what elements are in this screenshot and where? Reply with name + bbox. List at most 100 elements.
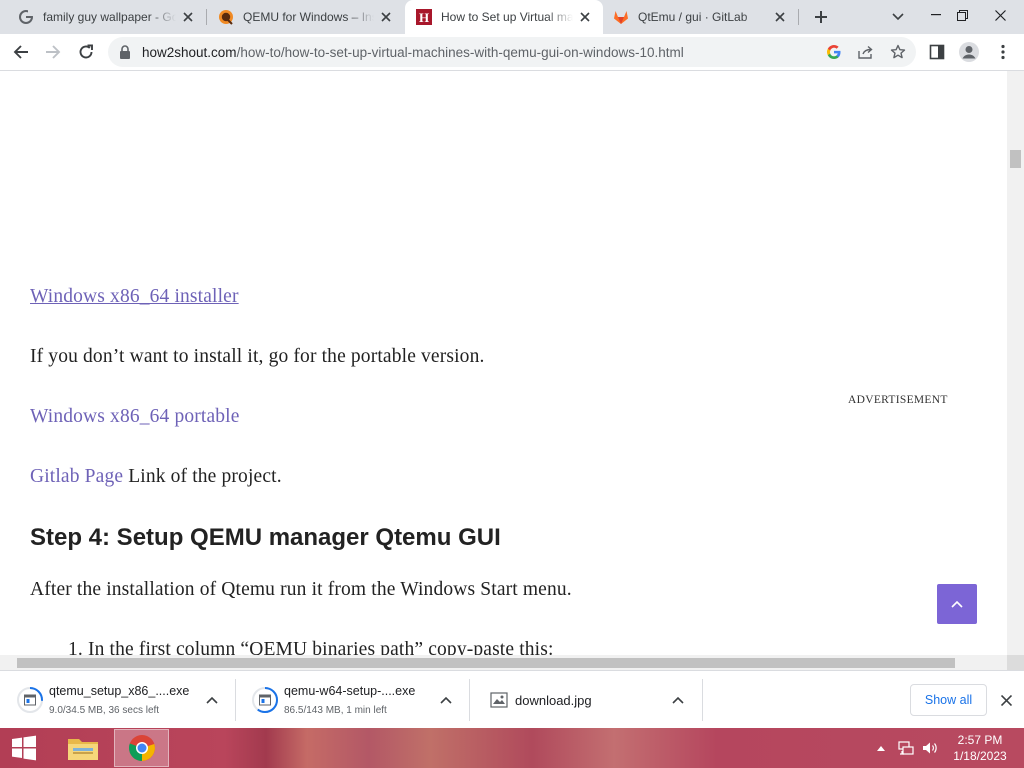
- download-item[interactable]: qemu-w64-setup-....exe 86.5/143 MB, 1 mi…: [235, 671, 469, 729]
- back-to-top-button[interactable]: [937, 584, 977, 624]
- tab-close-icon[interactable]: [577, 9, 593, 25]
- image-file-icon: [490, 692, 508, 708]
- reload-icon: [79, 44, 93, 59]
- after-install-paragraph: After the installation of Qtemu run it f…: [30, 579, 572, 600]
- tab-separator: [798, 9, 799, 25]
- url-text[interactable]: how2shout.com/how-to/how-to-set-up-virtu…: [142, 45, 684, 60]
- vertical-scrollbar[interactable]: [1007, 71, 1024, 656]
- tab-title: How to Set up Virtual machines with QEMU…: [441, 10, 573, 24]
- tab-title: QEMU for Windows – Installers (64 bit): [243, 10, 374, 24]
- chevron-up-icon[interactable]: [438, 692, 454, 708]
- volume-icon[interactable]: [922, 740, 938, 756]
- portable-paragraph: If you don’t want to install it, go for …: [30, 346, 485, 367]
- start-button[interactable]: [0, 728, 48, 768]
- download-shelf: qtemu_setup_x86_....exe 9.0/34.5 MB, 36 …: [0, 670, 1024, 728]
- chevron-down-icon: [892, 13, 904, 21]
- restore-button[interactable]: [944, 0, 980, 30]
- windows-portable-link[interactable]: Windows x86_64 portable: [30, 406, 240, 427]
- share-icon[interactable]: [856, 43, 876, 61]
- google-g-icon: [18, 9, 34, 25]
- how2shout-h-icon: H: [416, 9, 432, 25]
- kebab-menu-icon: [1001, 44, 1005, 60]
- page-viewport: Windows x86_64 installer If you don’t wa…: [0, 71, 1007, 656]
- download-filename: download.jpg: [515, 693, 592, 708]
- chrome-icon: [128, 735, 155, 761]
- network-icon[interactable]: [898, 740, 914, 756]
- tab-family-guy-search[interactable]: family guy wallpaper - Google Search: [0, 0, 206, 34]
- clock-time: 2:57 PM: [957, 733, 1003, 747]
- show-hidden-icons-button[interactable]: [873, 740, 889, 756]
- tab-close-icon[interactable]: [378, 9, 394, 25]
- portable-link-paragraph: Windows x86_64 portable: [30, 406, 240, 428]
- side-panel-icon: [929, 44, 945, 60]
- tab-close-icon[interactable]: [180, 9, 196, 25]
- bookmark-star-icon[interactable]: [888, 43, 908, 61]
- exe-file-icon: [252, 687, 278, 713]
- forward-button[interactable]: [38, 38, 68, 66]
- url-path: /how-to/how-to-set-up-virtual-machines-w…: [236, 45, 684, 60]
- taskbar-file-explorer[interactable]: [55, 729, 110, 767]
- taskbar-clock[interactable]: 2:57 PM 1/18/2023: [944, 732, 1016, 764]
- windows-logo-icon: [12, 735, 36, 761]
- arrow-left-icon: [13, 45, 28, 59]
- windows-installer-link[interactable]: Windows x86_64 installer: [30, 286, 239, 307]
- avatar-icon: [959, 42, 979, 62]
- installer-paragraph: Windows x86_64 installer: [30, 286, 239, 308]
- tab-close-icon[interactable]: [772, 9, 788, 25]
- tab-qtemu-gitlab[interactable]: QtEmu / gui · GitLab: [604, 0, 798, 34]
- step-4-heading: Step 4: Setup QEMU manager Qtemu GUI: [30, 524, 501, 551]
- window-close-button[interactable]: [982, 0, 1018, 30]
- arrow-right-icon: [46, 45, 61, 59]
- close-download-shelf-button[interactable]: [996, 690, 1016, 710]
- side-panel-button[interactable]: [924, 39, 950, 65]
- reload-button[interactable]: [71, 38, 101, 66]
- chevron-up-icon: [877, 745, 885, 751]
- profile-button[interactable]: [956, 39, 982, 65]
- clock-date: 1/18/2023: [953, 749, 1007, 763]
- download-item[interactable]: download.jpg: [469, 671, 702, 729]
- plus-icon: [815, 11, 827, 23]
- gitlab-page-link[interactable]: Gitlab Page: [30, 466, 123, 487]
- new-tab-button[interactable]: [808, 4, 834, 30]
- qemu-icon: [218, 9, 234, 25]
- advertisement-label: ADVERTISEMENT: [848, 394, 948, 406]
- download-status: 86.5/143 MB, 1 min left: [284, 705, 387, 716]
- chevron-up-icon[interactable]: [670, 692, 686, 708]
- address-bar[interactable]: how2shout.com/how-to/how-to-set-up-virtu…: [108, 37, 916, 67]
- minimize-icon: [931, 14, 941, 16]
- download-status: 9.0/34.5 MB, 36 secs left: [49, 705, 160, 716]
- tab-qemu-for-windows[interactable]: QEMU for Windows – Installers (64 bit): [207, 0, 404, 34]
- google-translate-icon[interactable]: [824, 43, 844, 61]
- gitlab-icon: [613, 9, 629, 25]
- close-icon: [994, 9, 1006, 21]
- tab-strip: family guy wallpaper - Google Search QEM…: [0, 0, 1024, 34]
- menu-button[interactable]: [990, 39, 1016, 65]
- close-icon: [1000, 694, 1012, 706]
- chevron-up-icon: [951, 600, 963, 608]
- restore-icon: [956, 9, 968, 21]
- vertical-scroll-thumb[interactable]: [1010, 150, 1021, 168]
- browser-toolbar: how2shout.com/how-to/how-to-set-up-virtu…: [0, 34, 1024, 71]
- chevron-up-icon[interactable]: [204, 692, 220, 708]
- taskbar-chrome[interactable]: [114, 729, 169, 767]
- tab-title: family guy wallpaper - Google Search: [43, 10, 176, 24]
- tab-title: QtEmu / gui · GitLab: [638, 10, 748, 24]
- download-separator: [702, 679, 703, 721]
- tab-how-to-set-up-virtual-machines[interactable]: H How to Set up Virtual machines with QE…: [405, 0, 603, 34]
- tab-search-button[interactable]: [886, 6, 910, 28]
- exe-file-icon: [17, 687, 43, 713]
- windows-taskbar: 2:57 PM 1/18/2023: [0, 728, 1024, 768]
- download-filename: qemu-w64-setup-....exe: [284, 684, 416, 698]
- horizontal-scrollbar[interactable]: [0, 655, 1007, 670]
- lock-icon[interactable]: [119, 45, 133, 59]
- horizontal-scroll-thumb[interactable]: [17, 658, 955, 668]
- svg-text:H: H: [419, 10, 429, 25]
- gitlab-paragraph: Gitlab Page Link of the project.: [30, 466, 282, 488]
- show-all-downloads-button[interactable]: Show all: [910, 684, 987, 716]
- download-item[interactable]: qtemu_setup_x86_....exe 9.0/34.5 MB, 36 …: [0, 671, 235, 729]
- back-button[interactable]: [6, 38, 36, 66]
- folder-icon: [67, 739, 98, 760]
- gitlab-paragraph-text: Link of the project.: [123, 466, 282, 487]
- download-filename: qtemu_setup_x86_....exe: [49, 684, 190, 698]
- scrollbar-corner: [1007, 655, 1024, 670]
